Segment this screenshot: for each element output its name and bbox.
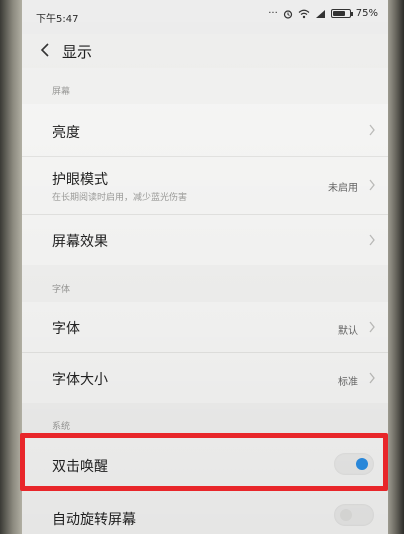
page-title: 显示 (62, 43, 93, 61)
status-bar: 下午5:47 ··· 75% (22, 0, 388, 34)
row-value: 标准 (338, 377, 358, 388)
toggle-knob (340, 509, 352, 521)
row-label: 屏幕效果 (52, 234, 108, 250)
row-label: 亮度 (52, 125, 80, 141)
section-label-screen: 屏幕 (52, 87, 71, 97)
signal-icon (315, 9, 325, 18)
more-dots-icon: ··· (268, 8, 278, 19)
chevron-left-icon[interactable] (38, 42, 52, 58)
row-label: 自动旋转屏幕 (52, 512, 136, 528)
row-brightness[interactable]: 亮度 (22, 104, 388, 156)
row-label: 字体大小 (52, 372, 108, 388)
chevron-right-icon (369, 124, 375, 136)
row-screen-effect[interactable]: 屏幕效果 (22, 215, 388, 265)
highlight-box (20, 433, 388, 491)
row-subtitle: 在长期阅读时启用，减少蓝光伤害 (52, 193, 188, 203)
status-icons: ··· 75% (268, 8, 378, 19)
chevron-right-icon (369, 234, 375, 246)
row-font-size[interactable]: 字体大小 标准 (22, 353, 388, 403)
row-value: 默认 (338, 326, 358, 337)
row-value: 未启用 (328, 183, 358, 194)
wifi-icon (298, 9, 310, 18)
battery-fill (332, 11, 345, 16)
battery-icon (330, 9, 353, 18)
auto-rotate-toggle[interactable] (334, 504, 374, 526)
row-label: 字体 (52, 321, 80, 337)
chevron-right-icon (369, 179, 375, 191)
battery-percent: 75% (355, 8, 378, 19)
chevron-right-icon (369, 372, 375, 384)
row-auto-rotate[interactable]: 自动旋转屏幕 (22, 491, 388, 534)
section-label-font: 字体 (52, 285, 71, 295)
alarm-icon (283, 9, 292, 19)
phone-bezel-right (386, 0, 404, 534)
row-font[interactable]: 字体 默认 (22, 302, 388, 352)
row-eye-care[interactable]: 护眼模式 在长期阅读时启用，减少蓝光伤害 未启用 (22, 157, 388, 214)
status-time: 下午5:47 (36, 14, 79, 25)
section-label-system: 系统 (52, 422, 71, 432)
row-label: 护眼模式 (52, 172, 108, 188)
page-header: 显示 (22, 34, 388, 68)
chevron-right-icon (369, 321, 375, 333)
